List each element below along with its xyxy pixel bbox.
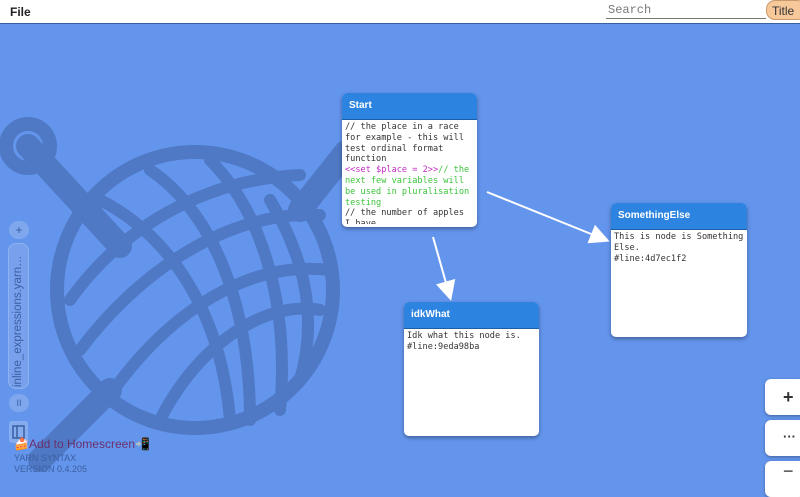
ellipsis-icon: ···	[783, 429, 796, 444]
top-bar: File Title	[0, 0, 800, 24]
node-body: Idk what this node is. #line:9eda98ba	[407, 331, 521, 352]
plus-icon: +	[783, 387, 794, 407]
minus-icon: −	[783, 461, 794, 481]
node-somethingelse[interactable]: SomethingElse This is node is Something …	[611, 203, 747, 337]
remove-node-button[interactable]: −	[765, 461, 800, 497]
node-body-command: <<set $place = 2>>	[345, 165, 439, 176]
add-file-button[interactable]: +	[9, 221, 29, 239]
syntax-label: YARN SYNTAX	[14, 453, 77, 463]
node-body-line: // the place in a race for example - thi…	[345, 122, 470, 165]
pause-button[interactable]: II	[9, 394, 29, 412]
node-body: This is node is Something Else. #line:4d…	[614, 232, 744, 264]
search-input[interactable]	[606, 2, 766, 19]
node-body: // the place in a race for example - thi…	[342, 120, 477, 224]
node-title: SomethingElse	[611, 203, 747, 230]
file-menu[interactable]: File	[10, 5, 31, 19]
node-body-line: // the number of apples I have	[345, 208, 464, 224]
add-node-button[interactable]: +	[765, 379, 800, 415]
title-button[interactable]: Title	[766, 0, 800, 20]
node-title: Start	[342, 93, 477, 120]
file-tab[interactable]: inline_expressions.yarn…	[8, 243, 29, 389]
version-label: VERSION 0.4.205	[14, 464, 88, 474]
more-options-button[interactable]: ···	[765, 420, 800, 456]
file-tab-label: inline_expressions.yarn…	[12, 255, 24, 387]
node-idkwhat[interactable]: idkWhat Idk what this node is. #line:9ed…	[404, 302, 539, 436]
add-to-homescreen-link[interactable]: 🍰Add to Homescreen📲	[14, 437, 150, 451]
node-title: idkWhat	[404, 302, 539, 329]
node-start[interactable]: Start // the place in a race for example…	[342, 93, 477, 227]
